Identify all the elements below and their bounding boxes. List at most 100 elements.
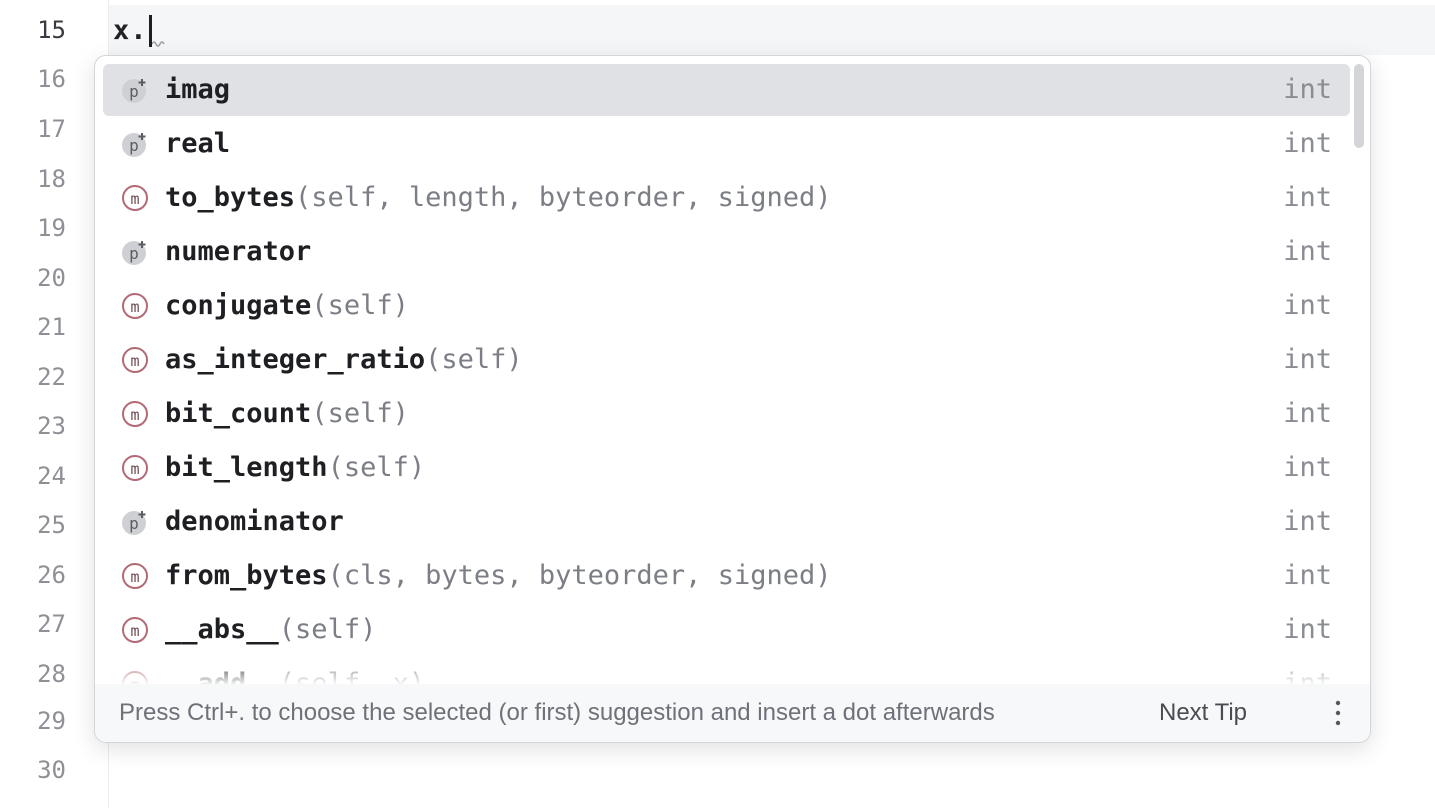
- completion-item-name: numerator: [165, 226, 311, 278]
- completion-name-text: to_bytes: [165, 182, 296, 213]
- completion-item[interactable]: m from_bytes(cls, bytes, byteorder, signe…: [103, 550, 1350, 602]
- completion-name-text: bit_count: [165, 398, 312, 429]
- completion-params-text: (self, length, byteorder, signed): [295, 182, 832, 213]
- completion-item-type: int: [1283, 74, 1332, 105]
- completion-params-text: (self): [311, 290, 409, 321]
- completion-item-type: int: [1283, 506, 1332, 537]
- property-icon: p: [121, 130, 149, 158]
- completion-item-name: denominator: [165, 496, 344, 548]
- svg-text:p: p: [129, 514, 139, 533]
- completion-params-text: (self): [278, 614, 377, 645]
- line-number: 29: [37, 707, 66, 735]
- line-number: 27: [37, 610, 66, 638]
- property-icon: p: [121, 238, 149, 266]
- current-line-highlight: [0, 5, 1435, 55]
- completion-item-type: int: [1283, 452, 1332, 483]
- completion-name-text: from_bytes: [165, 560, 328, 591]
- completion-item[interactable]: p numerator int: [103, 226, 1350, 278]
- completion-item-name: bit_length(self): [165, 442, 425, 494]
- line-number-gutter: 15 16 17 18 19 20 21 22 23 24 25 26 27 28 29 30: [0, 0, 109, 808]
- completion-item[interactable]: m to_bytes(self, length, byteorder, signe…: [103, 172, 1350, 224]
- code-text: x.: [113, 15, 148, 46]
- completion-hint: Press Ctrl+. to choose the selected (or …: [119, 699, 995, 726]
- svg-text:m: m: [130, 352, 139, 370]
- line-number: 15: [37, 16, 66, 44]
- completion-name-text: __abs__: [165, 614, 279, 645]
- completion-name-text: bit_length: [165, 452, 328, 483]
- method-icon: m: [121, 616, 149, 644]
- line-number: 23: [37, 412, 66, 440]
- completion-item-name: real: [165, 118, 230, 170]
- svg-text:m: m: [130, 406, 139, 424]
- completion-item[interactable]: p real int: [103, 118, 1350, 170]
- svg-text:p: p: [129, 82, 139, 101]
- line-number: 22: [37, 363, 66, 391]
- completion-params-text: (cls, bytes, byteorder, signed): [327, 560, 832, 591]
- completion-item[interactable]: m as_integer_ratio(self) int: [103, 334, 1350, 386]
- line-number: 17: [37, 115, 66, 143]
- completion-footer: Press Ctrl+. to choose the selected (or …: [95, 684, 1370, 742]
- property-icon: p: [121, 508, 149, 536]
- svg-text:m: m: [130, 460, 139, 478]
- method-icon: m: [121, 346, 149, 374]
- completion-item-type: int: [1283, 128, 1332, 159]
- next-tip-link[interactable]: Next Tip: [1159, 699, 1247, 727]
- line-number: 24: [37, 462, 66, 490]
- completion-item-type: int: [1283, 236, 1332, 267]
- completion-item-name: as_integer_ratio(self): [165, 334, 523, 386]
- completion-params-text: (self): [327, 452, 426, 483]
- completion-item-type: int: [1283, 344, 1332, 375]
- list-fade: [95, 656, 1370, 686]
- completion-name-text: real: [165, 128, 231, 159]
- completion-item[interactable]: m bit_length(self) int: [103, 442, 1350, 494]
- line-number: 19: [37, 214, 66, 242]
- completion-item-name: conjugate(self): [165, 280, 409, 332]
- completion-item-name: __abs__(self): [165, 604, 376, 656]
- completion-name-text: denominator: [165, 506, 344, 537]
- code-line[interactable]: x.: [113, 15, 152, 47]
- line-number: 16: [37, 65, 66, 93]
- completion-item[interactable]: m conjugate(self) int: [103, 280, 1350, 332]
- completion-item[interactable]: m __abs__(self) int: [103, 604, 1350, 656]
- method-icon: m: [121, 184, 149, 212]
- completion-params-text: (self): [311, 398, 409, 429]
- completion-item-type: int: [1283, 290, 1332, 321]
- completion-item-type: int: [1283, 560, 1332, 591]
- completion-name-text: numerator: [165, 236, 312, 267]
- completion-params-text: (self): [425, 344, 523, 375]
- completion-item-type: int: [1283, 614, 1332, 645]
- completion-item[interactable]: m bit_count(self) int: [103, 388, 1350, 440]
- completion-item-type: int: [1283, 398, 1332, 429]
- completion-list[interactable]: p imag int p real int m to_bytes(self, length, …: [95, 56, 1370, 684]
- line-number: 25: [37, 511, 66, 539]
- svg-text:m: m: [130, 190, 139, 208]
- completion-name-text: conjugate: [165, 290, 312, 321]
- method-icon: m: [121, 292, 149, 320]
- svg-text:m: m: [130, 622, 139, 640]
- completion-item-type: int: [1283, 182, 1332, 213]
- completion-name-text: as_integer_ratio: [165, 344, 426, 375]
- warning-squiggle-icon: [152, 41, 165, 47]
- completion-item[interactable]: p imag int: [103, 64, 1350, 116]
- method-icon: m: [121, 454, 149, 482]
- line-number: 20: [37, 264, 66, 292]
- line-number: 28: [37, 660, 66, 688]
- line-number: 21: [37, 313, 66, 341]
- completion-item[interactable]: p denominator int: [103, 496, 1350, 548]
- completion-name-text: imag: [165, 74, 231, 105]
- line-number: 30: [37, 756, 66, 784]
- completion-item-name: imag: [165, 64, 230, 116]
- completion-popup[interactable]: p imag int p real int m to_bytes(self, length, …: [94, 55, 1371, 743]
- svg-text:m: m: [130, 568, 139, 586]
- method-icon: m: [121, 400, 149, 428]
- more-vertical-icon[interactable]: [1332, 698, 1344, 728]
- completion-item-name: to_bytes(self, length, byteorder, signed…: [165, 172, 831, 224]
- svg-text:p: p: [129, 244, 139, 263]
- line-number: 18: [37, 165, 66, 193]
- completion-scrollbar[interactable]: [1354, 64, 1364, 148]
- property-icon: p: [121, 76, 149, 104]
- completion-item-name: bit_count(self): [165, 388, 409, 440]
- method-icon: m: [121, 562, 149, 590]
- completion-item-name: from_bytes(cls, bytes, byteorder, signed…: [165, 550, 831, 602]
- line-number: 26: [37, 561, 66, 589]
